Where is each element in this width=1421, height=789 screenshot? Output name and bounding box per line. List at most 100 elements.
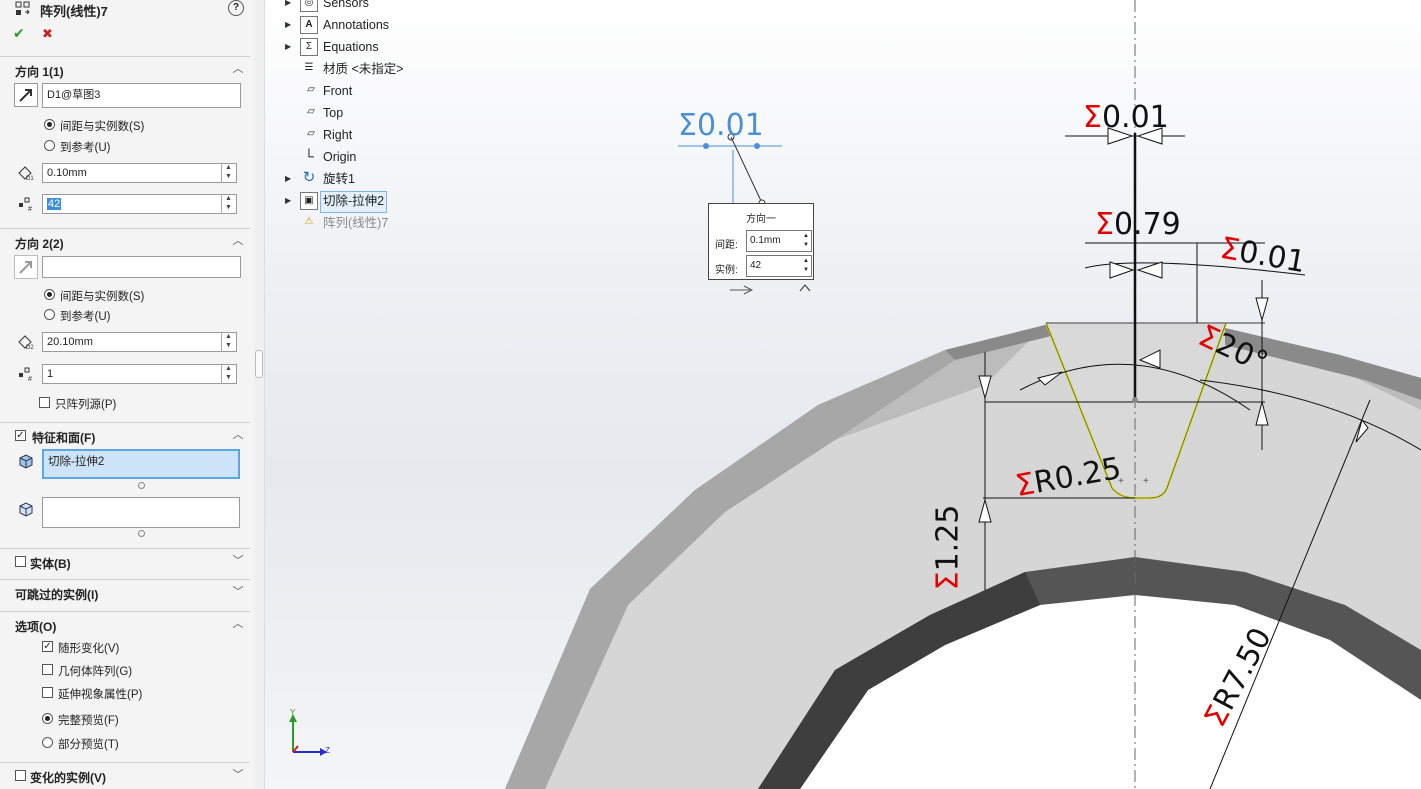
tree-item-revolve[interactable]: 旋转1: [323, 169, 355, 189]
expand-arrow-icon[interactable]: ▶: [285, 196, 291, 205]
selected-feature-label: 切除-拉伸2: [48, 456, 105, 468]
direction1-radio-spacing[interactable]: [44, 119, 55, 130]
expand-arrow-icon[interactable]: ▶: [285, 0, 291, 7]
reverse-direction-icon: [19, 261, 32, 274]
geometry-pattern-checkbox[interactable]: [42, 664, 53, 675]
direction1-instances-input[interactable]: 42: [42, 194, 237, 214]
chevron-down-icon[interactable]: ﹀: [230, 553, 246, 569]
chevron-up-icon[interactable]: ︿: [230, 61, 246, 77]
direction1-instances-spinner[interactable]: ▲ ▼: [221, 194, 235, 214]
splitter-grip[interactable]: [255, 350, 263, 378]
callout-spinner[interactable]: ▲ ▼: [803, 232, 809, 250]
direction1-header[interactable]: 方向 1(1) ︿: [0, 56, 250, 83]
ok-button[interactable]: ✔: [13, 25, 25, 42]
annotations-icon: A: [300, 16, 318, 34]
options-header[interactable]: 选项(O) ︿: [0, 611, 250, 638]
direction2-header[interactable]: 方向 2(2) ︿: [0, 228, 250, 255]
instances-icon: #: [17, 365, 35, 383]
expand-arrow-icon[interactable]: ▶: [285, 42, 291, 51]
tree-item-equations[interactable]: Equations: [323, 37, 379, 57]
direction2-reverse-button[interactable]: [14, 255, 38, 279]
tree-item-annotations[interactable]: Annotations: [323, 15, 389, 35]
reverse-direction-icon: [19, 89, 32, 102]
equations-icon: Σ: [300, 38, 318, 56]
skip-instances-title: 可跳过的实例(I): [15, 588, 99, 602]
tree-item-origin[interactable]: Origin: [323, 147, 356, 167]
callout-spacing-input[interactable]: 0.1mm ▲ ▼: [746, 230, 812, 252]
expand-arrow-icon[interactable]: ▶: [285, 174, 291, 183]
preview-dimension[interactable]: Σ0.01: [678, 108, 764, 143]
tree-item-front[interactable]: Front: [323, 81, 352, 101]
resize-handle[interactable]: [138, 482, 145, 489]
direction2-spacing-input[interactable]: 20.10mm: [42, 332, 237, 352]
cancel-button[interactable]: ✖: [42, 26, 53, 42]
origin-icon: └: [304, 148, 314, 164]
direction1-reverse-button[interactable]: [14, 83, 38, 107]
direction1-radio-reference[interactable]: [44, 140, 55, 151]
direction1-radio-reference-label: 到参考(U): [60, 142, 111, 154]
tree-item-cut-extrude[interactable]: 切除-拉伸2: [320, 191, 388, 213]
full-preview-radio[interactable]: [42, 713, 53, 724]
callout-count-input[interactable]: 42 ▲ ▼: [746, 255, 812, 277]
tree-item-sensors[interactable]: Sensors: [323, 0, 369, 13]
chevron-up-icon[interactable]: ︿: [230, 427, 246, 443]
feature-title: 阵列(线性)7: [40, 4, 108, 19]
bodies-checkbox[interactable]: [15, 556, 26, 567]
svg-text:D2: D2: [26, 345, 34, 351]
warning-icon: ⚠: [304, 216, 314, 227]
resize-handle[interactable]: [138, 530, 145, 537]
dimension-top-spacing[interactable]: Σ0.01: [1083, 100, 1169, 135]
direction2-reference-field[interactable]: [42, 256, 241, 278]
direction1-reference-field[interactable]: D1@草图3: [42, 83, 241, 108]
dimension-width[interactable]: Σ0.79: [1095, 207, 1181, 242]
features-selection-box[interactable]: 切除-拉伸2: [42, 449, 240, 479]
varying-instances-header[interactable]: 变化的实例(V) ﹀: [0, 762, 250, 789]
chevron-down-icon[interactable]: ﹀: [230, 767, 246, 783]
faces-selection-box[interactable]: [42, 497, 240, 528]
bodies-header[interactable]: 实体(B) ﹀: [0, 548, 250, 575]
tree-item-linear-pattern[interactable]: 阵列(线性)7: [323, 213, 388, 233]
direction2-instances-input[interactable]: 1: [42, 364, 237, 384]
direction2-radio-reference[interactable]: [44, 309, 55, 320]
callout-spinner[interactable]: ▲ ▼: [803, 257, 809, 275]
direction2-title: 方向 2(2): [15, 237, 64, 251]
tree-item-right[interactable]: Right: [323, 125, 352, 145]
features-faces-header[interactable]: ✓ 特征和面(F) ︿: [0, 422, 250, 449]
features-faces-checkbox[interactable]: ✓: [15, 430, 26, 441]
tree-item-top[interactable]: Top: [323, 103, 343, 123]
tree-item-material[interactable]: 材质 <未指定>: [323, 59, 404, 79]
cut-extrude-icon: ▣: [300, 192, 318, 210]
direction2-radio-reference-label: 到参考(U): [60, 311, 111, 323]
linear-pattern-icon: [14, 0, 32, 18]
full-preview-label: 完整预览(F): [58, 715, 119, 727]
svg-text:#: #: [28, 206, 32, 213]
partial-preview-radio[interactable]: [42, 737, 53, 748]
chevron-down-icon[interactable]: ﹀: [230, 584, 246, 600]
skip-instances-header[interactable]: 可跳过的实例(I) ﹀: [0, 579, 250, 606]
direction2-spacing-spinner[interactable]: ▲ ▼: [221, 332, 235, 352]
vary-sketch-checkbox[interactable]: ✓: [42, 641, 53, 652]
callout-title: 方向一: [746, 214, 776, 225]
direction2-instances-spinner[interactable]: ▲ ▼: [221, 364, 235, 384]
help-icon[interactable]: ?: [228, 0, 244, 16]
direction2-radio-spacing[interactable]: [44, 289, 55, 300]
dimension-slot-depth[interactable]: Σ1.25: [930, 505, 965, 591]
propagate-visual-checkbox[interactable]: [42, 687, 53, 698]
chevron-up-icon[interactable]: ︿: [230, 233, 246, 249]
panel-splitter[interactable]: [254, 0, 265, 789]
partial-preview-label: 部分预览(T): [58, 739, 119, 751]
direction1-spacing-spinner[interactable]: ▲ ▼: [221, 163, 235, 183]
expand-arrow-icon[interactable]: ▶: [285, 20, 291, 29]
bodies-title: 实体(B): [30, 557, 71, 571]
callout-spacing-label: 间距:: [715, 240, 738, 251]
triad-y-label: Y: [290, 708, 296, 717]
chevron-up-icon[interactable]: ︿: [230, 616, 246, 632]
seed-only-checkbox[interactable]: [39, 397, 50, 408]
plane-icon: ▱: [307, 84, 315, 95]
geometry-pattern-label: 几何体阵列(G): [58, 666, 133, 678]
instances-icon: #: [17, 195, 35, 213]
direction1-title: 方向 1(1): [15, 65, 64, 79]
varying-instances-checkbox[interactable]: [15, 770, 26, 781]
direction1-spacing-input[interactable]: 0.10mm: [42, 163, 237, 183]
vary-sketch-label: 随形变化(V): [58, 643, 120, 655]
